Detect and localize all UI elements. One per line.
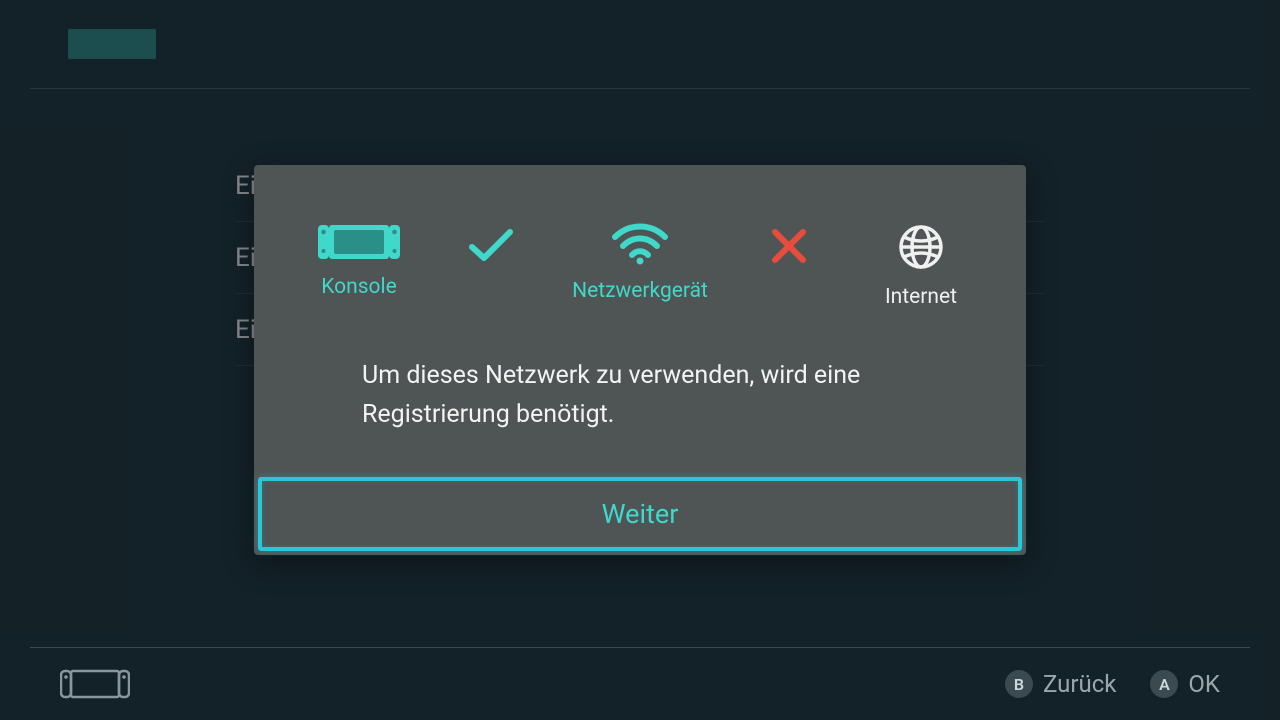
dialog-message: Um dieses Netzwerk zu verwenden, wird ei…	[254, 309, 1026, 477]
status-network-device: Netzwerkgerät	[572, 223, 708, 303]
footer-bar: B Zurück A OK	[0, 648, 1280, 720]
controller-icon	[60, 669, 130, 699]
check-icon	[468, 227, 514, 263]
status-row: Konsole Netzwerkgerät	[254, 165, 1026, 309]
hint-back-label: Zurück	[1043, 670, 1116, 698]
console-icon	[317, 223, 401, 261]
globe-icon	[897, 223, 945, 271]
status-link-console-network	[441, 223, 541, 263]
cross-icon	[770, 227, 808, 265]
status-console: Konsole	[309, 223, 409, 299]
status-network-device-label: Netzwerkgerät	[572, 279, 708, 303]
status-link-network-internet	[739, 223, 839, 265]
hint-back: B Zurück	[1005, 670, 1116, 698]
hint-ok-label: OK	[1188, 670, 1220, 698]
connection-status-dialog: Konsole Netzwerkgerät	[254, 165, 1026, 555]
b-button-icon: B	[1005, 670, 1033, 698]
hint-ok: A OK	[1150, 670, 1220, 698]
a-button-icon: A	[1150, 670, 1178, 698]
wifi-icon	[612, 223, 668, 265]
status-internet-label: Internet	[885, 285, 957, 309]
continue-button-label: Weiter	[602, 498, 679, 530]
continue-button[interactable]: Weiter	[258, 477, 1022, 551]
status-console-label: Konsole	[321, 275, 397, 299]
status-internet: Internet	[871, 223, 971, 309]
